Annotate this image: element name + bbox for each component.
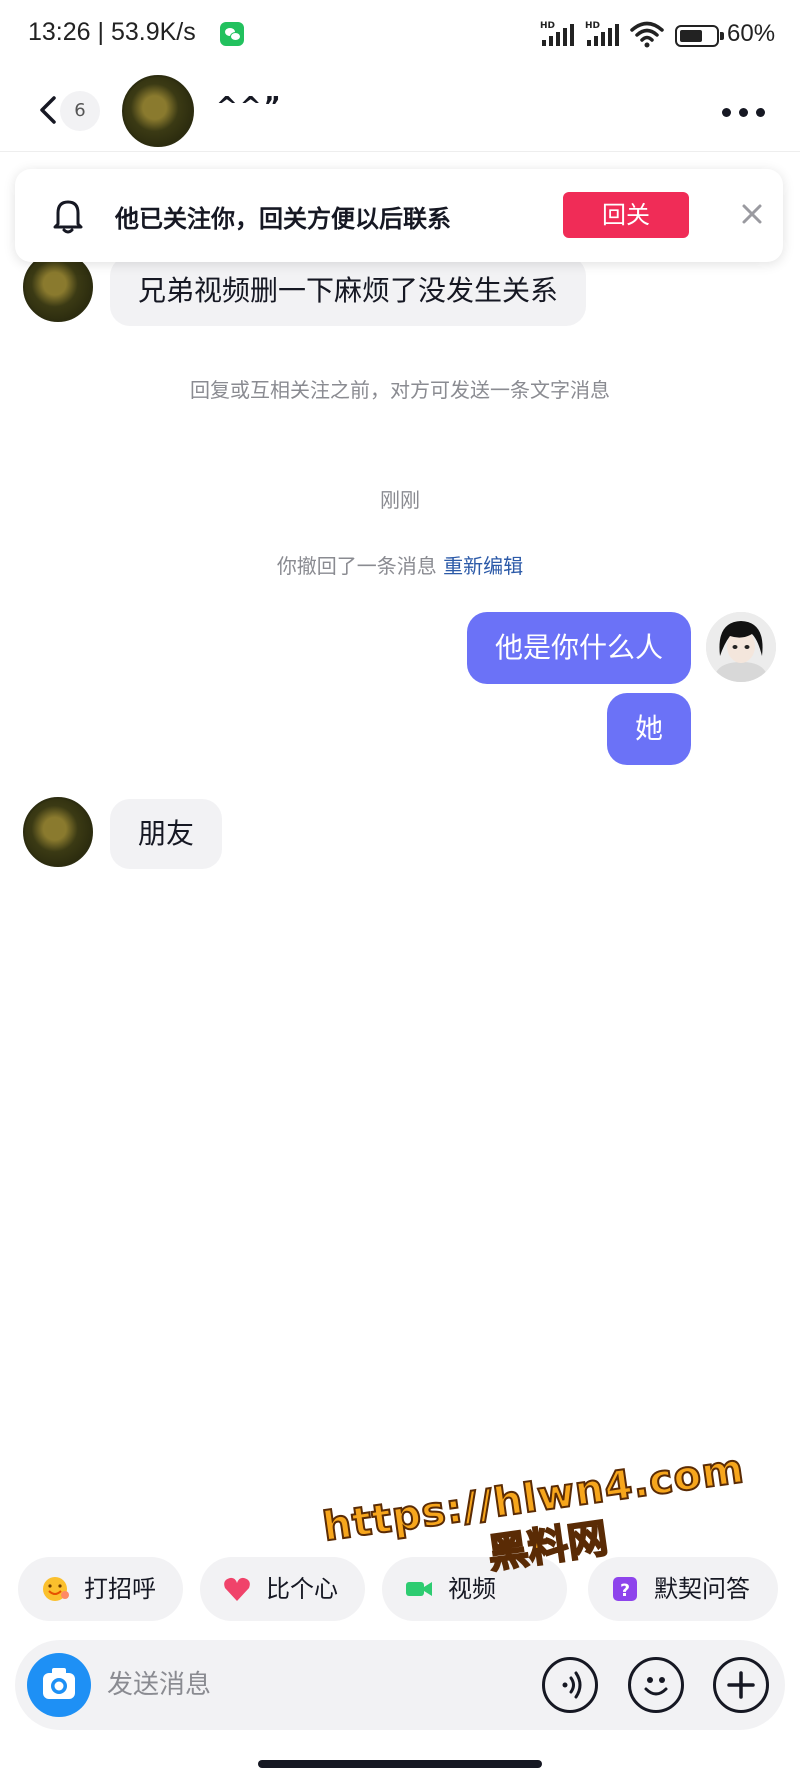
- incoming-message-bubble[interactable]: 兄弟视频删一下麻烦了没发生关系: [110, 256, 587, 326]
- status-bar: 13:26 | 53.9K/s HD HD 60%: [0, 0, 800, 70]
- wechat-notification-icon: [220, 22, 244, 46]
- close-icon[interactable]: [735, 197, 769, 231]
- heart-icon: [224, 1577, 250, 1601]
- outgoing-message-bubble[interactable]: 他是你什么人: [466, 612, 691, 684]
- outgoing-message-bubble[interactable]: 她: [606, 693, 691, 765]
- emoji-button[interactable]: [628, 1657, 684, 1713]
- unread-count-badge[interactable]: 6: [60, 91, 100, 131]
- re-edit-link[interactable]: 重新编辑: [443, 554, 523, 578]
- chip-tacit-quiz[interactable]: ? 默契问答: [588, 1557, 778, 1621]
- recall-notice: 你撤回了一条消息 重新编辑: [160, 548, 640, 584]
- my-avatar[interactable]: [706, 612, 776, 682]
- plus-button[interactable]: [713, 1657, 769, 1713]
- voice-icon: [562, 1671, 582, 1699]
- chip-label: 默契问答: [654, 1575, 750, 1603]
- follow-back-button[interactable]: 回关: [563, 192, 689, 238]
- chip-say-hi[interactable]: 打招呼: [18, 1557, 183, 1621]
- chat-header: 6 ^^”: [0, 70, 800, 152]
- banner-text: 他已关注你，回关方便以后联系: [115, 205, 451, 233]
- cellular-signal-2-icon: HD: [585, 21, 621, 46]
- battery-percentage: 60%: [727, 20, 776, 47]
- messaging-restriction-notice: 回复或互相关注之前，对方可发送一条文字消息: [190, 378, 610, 402]
- message-input[interactable]: [107, 1658, 527, 1712]
- recall-text: 你撤回了一条消息: [276, 554, 437, 578]
- cellular-signal-icon: HD: [540, 21, 576, 46]
- contact-avatar-message[interactable]: [23, 797, 93, 867]
- user-avatar-illustration: [706, 612, 776, 682]
- contact-avatar-message[interactable]: [23, 252, 93, 322]
- message-input-bar: [15, 1640, 785, 1730]
- chip-label: 打招呼: [84, 1575, 156, 1603]
- status-time: 13:26 | 53.9K/s: [28, 18, 196, 46]
- message-timestamp: 刚刚: [380, 488, 420, 512]
- contact-avatar[interactable]: [122, 75, 194, 147]
- plus-icon: [727, 1671, 755, 1699]
- home-indicator[interactable]: [258, 1760, 542, 1768]
- voice-button[interactable]: [542, 1657, 598, 1713]
- camera-icon: [43, 1668, 75, 1699]
- camera-button[interactable]: [27, 1653, 91, 1717]
- svg-text:?: ?: [620, 1581, 630, 1601]
- contact-name[interactable]: ^^”: [216, 92, 283, 122]
- follow-back-banner: 他已关注你，回关方便以后联系 回关: [15, 169, 783, 262]
- network-type-label-2: HD: [585, 21, 601, 31]
- more-options-icon[interactable]: [722, 108, 766, 118]
- incoming-message-bubble[interactable]: 朋友: [110, 799, 223, 869]
- question-icon: ?: [613, 1577, 637, 1601]
- bell-icon: [53, 200, 83, 234]
- emoji-icon: [644, 1677, 668, 1696]
- back-arrow-icon[interactable]: [36, 95, 60, 125]
- battery-icon: [675, 25, 724, 47]
- wifi-icon: [630, 21, 664, 48]
- chip-label: 比个心: [266, 1575, 338, 1603]
- smiley-face-icon: [43, 1577, 69, 1601]
- network-type-label: HD: [540, 21, 556, 31]
